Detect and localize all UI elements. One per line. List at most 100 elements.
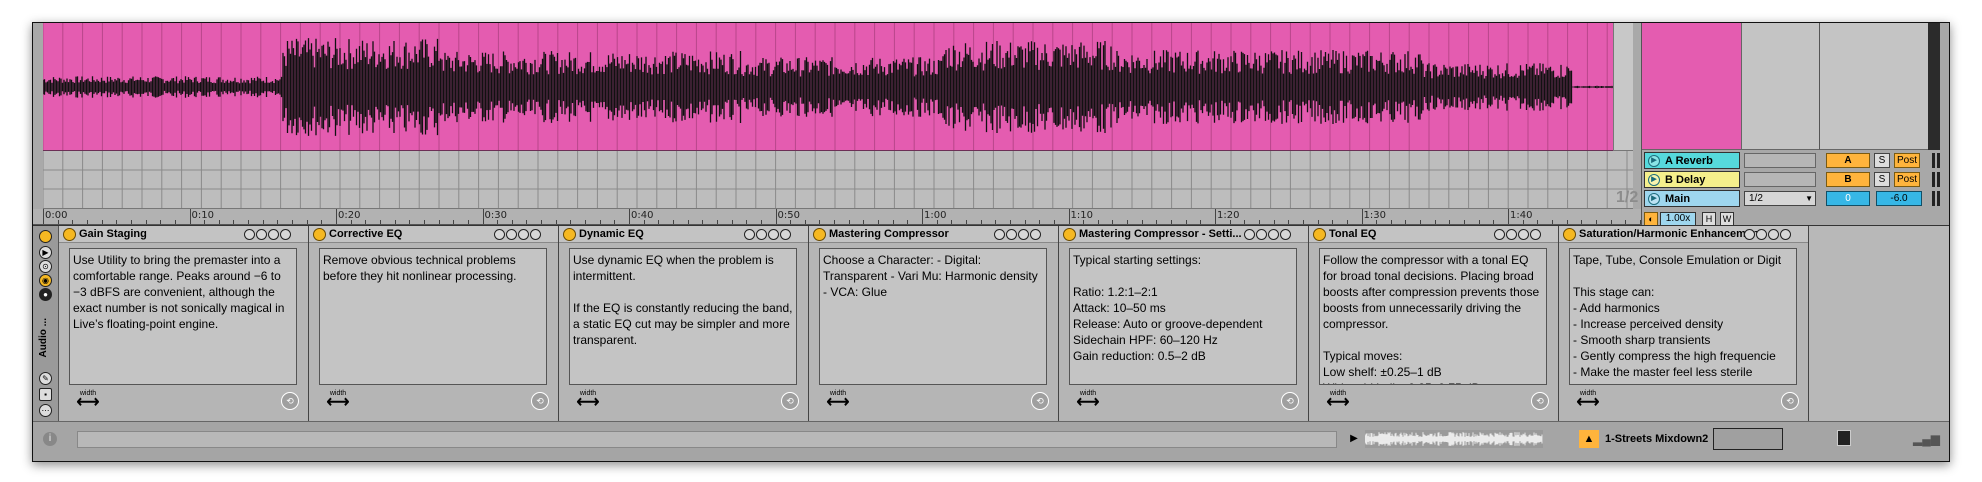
chain-icon[interactable]: ⊙ (39, 260, 52, 273)
device-5[interactable]: Tonal EQ Follow the compressor with a ton… (1309, 226, 1559, 422)
device-text[interactable]: Follow the compressor with a tonal EQ fo… (1319, 248, 1547, 385)
edit-icon[interactable] (1506, 229, 1517, 240)
fold-icon[interactable]: ▶ (39, 246, 52, 259)
device-text[interactable]: Typical starting settings: Ratio: 1.2:1–… (1069, 248, 1297, 385)
return-b-solo-button[interactable]: S (1874, 172, 1890, 187)
return-b-post-button[interactable]: Post (1894, 172, 1920, 187)
width-control[interactable]: width ⟷ (821, 390, 855, 411)
automation-grid[interactable] (43, 151, 1633, 209)
track-activator-icon[interactable]: ▶ (1648, 193, 1660, 205)
edit-icon[interactable]: ✎ (39, 372, 52, 385)
more-icon[interactable] (1280, 229, 1291, 240)
edit-icon[interactable] (1256, 229, 1267, 240)
record-icon[interactable]: ● (39, 288, 52, 301)
device-text[interactable]: Remove obvious technical problems before… (319, 248, 547, 385)
audio-clip-waveform[interactable] (43, 23, 1623, 151)
speaker-icon[interactable]: ◐ (1644, 212, 1658, 226)
play-icon[interactable]: ▶ (1345, 430, 1363, 448)
device-header[interactable]: Dynamic EQ (559, 226, 808, 243)
main-routing-select[interactable]: 1/2 ▼ (1744, 191, 1816, 206)
edit-icon[interactable] (256, 229, 267, 240)
save-icon[interactable] (518, 229, 529, 240)
device-2[interactable]: Dynamic EQ Use dynamic EQ when the proble… (559, 226, 809, 422)
device-6[interactable]: Saturation/Harmonic Enhancement Tape, Tub… (1559, 226, 1809, 422)
device-power-icon[interactable] (563, 228, 576, 241)
power-icon[interactable] (39, 230, 52, 243)
main-send-field[interactable]: 0 (1826, 191, 1870, 206)
device-header[interactable]: Mastering Compressor - Setti... (1059, 226, 1308, 243)
clip-detail-thumbnail[interactable] (1713, 428, 1783, 450)
more-icon[interactable] (530, 229, 541, 240)
device-power-icon[interactable] (1563, 228, 1576, 241)
device-text[interactable]: Use Utility to bring the premaster into … (69, 248, 297, 385)
save-icon[interactable] (768, 229, 779, 240)
clip-name[interactable]: 1-Streets Mixdown2 (1605, 430, 1708, 448)
device-header[interactable]: Saturation/Harmonic Enhancement (1559, 226, 1808, 243)
track-activator-icon[interactable]: ▶ (1648, 155, 1660, 167)
device-header[interactable]: Gain Staging (59, 226, 308, 243)
main-track[interactable]: ▶ Main (1644, 190, 1740, 207)
width-control[interactable]: width ⟷ (1321, 390, 1355, 411)
device-text[interactable]: Tape, Tube, Console Emulation or Digit T… (1569, 248, 1797, 385)
device-power-icon[interactable] (63, 228, 76, 241)
save-icon[interactable]: ▪ (39, 388, 52, 401)
more-icon[interactable] (280, 229, 291, 240)
more-icon[interactable] (1530, 229, 1541, 240)
return-track-b[interactable]: ▶ B Delay (1644, 171, 1740, 188)
device-power-icon[interactable] (813, 228, 826, 241)
more-icon[interactable]: ⋯ (39, 404, 52, 417)
device-text[interactable]: Choose a Character: - Digital: Transpare… (819, 248, 1047, 385)
time-ruler[interactable]: 0:00 0:10 0:20 0:30 0:40 0:50 1:00 1:10 1:20 1:30… (33, 209, 1641, 225)
return-track-a[interactable]: ▶ A Reverb (1644, 152, 1740, 169)
device-3[interactable]: Mastering Compressor Choose a Character: … (809, 226, 1059, 422)
device-header[interactable]: Tonal EQ (1309, 226, 1558, 243)
more-icon[interactable] (1780, 229, 1791, 240)
w-button[interactable]: W (1720, 212, 1734, 226)
edit-icon[interactable] (1756, 229, 1767, 240)
h-button[interactable]: H (1702, 212, 1716, 226)
save-icon[interactable] (1518, 229, 1529, 240)
edit-icon[interactable] (506, 229, 517, 240)
info-icon[interactable]: i (43, 432, 57, 446)
width-control[interactable]: width ⟷ (1071, 390, 1105, 411)
warning-icon[interactable]: ▲ (1579, 430, 1599, 448)
ruler-tick (629, 209, 630, 224)
save-icon[interactable] (1268, 229, 1279, 240)
fold-icon[interactable] (744, 229, 755, 240)
edit-icon[interactable] (1006, 229, 1017, 240)
fold-icon[interactable] (994, 229, 1005, 240)
track-activator-icon[interactable]: ▶ (1648, 174, 1660, 186)
fold-icon[interactable] (1494, 229, 1505, 240)
view-toggle-icon[interactable] (1837, 430, 1851, 446)
device-1[interactable]: Corrective EQ Remove obvious technical pr… (309, 226, 559, 422)
return-a-solo-button[interactable]: S (1874, 153, 1890, 168)
return-a-post-button[interactable]: Post (1894, 153, 1920, 168)
return-a-send-button[interactable]: A (1826, 153, 1870, 168)
hot-swap-icon[interactable]: ◉ (39, 274, 52, 287)
fold-icon[interactable] (494, 229, 505, 240)
width-control[interactable]: width ⟷ (1571, 390, 1605, 411)
device-power-icon[interactable] (1313, 228, 1326, 241)
main-volume-field[interactable]: -6.0 (1876, 191, 1922, 206)
width-control[interactable]: width ⟷ (321, 390, 355, 411)
device-4[interactable]: Mastering Compressor - Setti... Typical s… (1059, 226, 1309, 422)
width-control[interactable]: width ⟷ (71, 390, 105, 411)
device-power-icon[interactable] (313, 228, 326, 241)
fold-icon[interactable] (1244, 229, 1255, 240)
edit-icon[interactable] (756, 229, 767, 240)
fold-icon[interactable] (1744, 229, 1755, 240)
save-icon[interactable] (1768, 229, 1779, 240)
device-header[interactable]: Corrective EQ (309, 226, 558, 243)
device-0[interactable]: Gain Staging Use Utility to bring the pre… (59, 226, 309, 422)
more-icon[interactable] (1030, 229, 1041, 240)
fold-icon[interactable] (244, 229, 255, 240)
width-control[interactable]: width ⟷ (571, 390, 605, 411)
tempo-multiplier[interactable]: 1.00x (1660, 212, 1696, 226)
device-header[interactable]: Mastering Compressor (809, 226, 1058, 243)
device-power-icon[interactable] (1063, 228, 1076, 241)
device-text[interactable]: Use dynamic EQ when the problem is inter… (569, 248, 797, 385)
return-b-send-button[interactable]: B (1826, 172, 1870, 187)
save-icon[interactable] (1018, 229, 1029, 240)
more-icon[interactable] (780, 229, 791, 240)
save-icon[interactable] (268, 229, 279, 240)
